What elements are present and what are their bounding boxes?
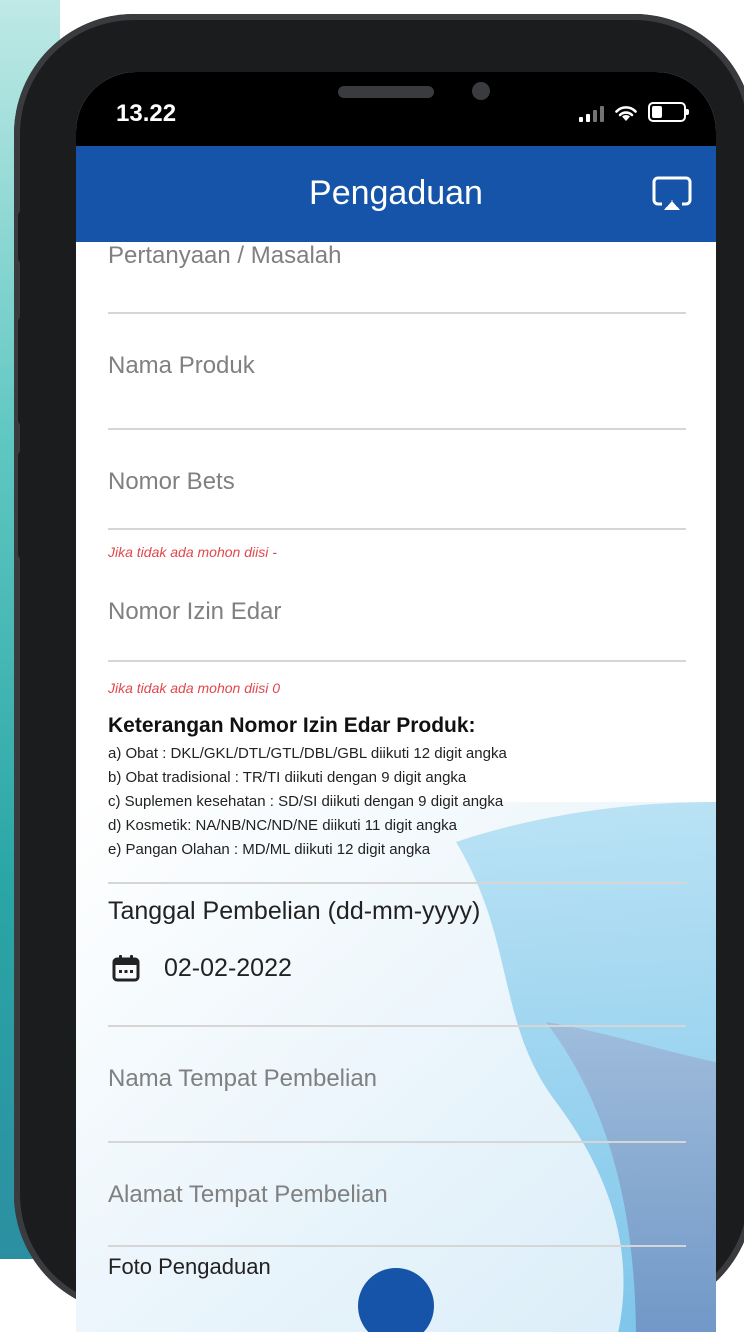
batch-number-label: Nomor Bets	[108, 468, 235, 495]
status-bar: 13.22	[76, 72, 716, 146]
battery-icon	[648, 102, 689, 122]
permit-info-item: e) Pangan Olahan : MD/ML diikuti 12 digi…	[108, 841, 431, 858]
batch-hint: Jika tidak ada mohon diisi -	[108, 544, 277, 560]
permit-info-title: Keterangan Nomor Izin Edar Produk:	[108, 714, 476, 737]
place-name-field[interactable]: Nama Tempat Pembelian	[108, 1025, 686, 1143]
wifi-icon	[615, 106, 637, 121]
screen-cast-icon[interactable]	[650, 174, 694, 214]
volume-up-button	[18, 316, 32, 426]
notch	[234, 72, 584, 122]
permit-hint: Jika tidak ada mohon diisi 0	[108, 680, 280, 696]
camera	[472, 82, 490, 100]
place-address-label: Alamat Tempat Pembelian	[108, 1181, 388, 1208]
product-name-label: Nama Produk	[108, 352, 255, 379]
batch-number-field[interactable]: Nomor Bets	[108, 428, 686, 530]
purchase-date-field[interactable]	[108, 897, 686, 1027]
question-label: Pertanyaan / Masalah	[108, 242, 342, 269]
permit-info-item: b) Obat tradisional : TR/TI diikuti deng…	[108, 769, 467, 786]
permit-info-list: a) Obat : DKL/GKL/DTL/GTL/DBL/GBL diikut…	[108, 742, 507, 862]
page-title: Pengaduan	[309, 174, 483, 212]
app-bar: Pengaduan	[76, 146, 716, 242]
permit-number-label: Nomor Izin Edar	[108, 598, 282, 625]
phone-frame: 13.22 Pengaduan Pertanyaan / Masalah Nam…	[14, 14, 744, 1332]
place-name-label: Nama Tempat Pembelian	[108, 1065, 378, 1092]
permit-info-item: a) Obat : DKL/GKL/DTL/GTL/DBL/GBL diikut…	[108, 745, 507, 762]
speaker	[338, 86, 434, 98]
status-icons	[579, 102, 689, 122]
phone-screen: 13.22 Pengaduan Pertanyaan / Masalah Nam…	[76, 72, 716, 1332]
status-time: 13.22	[116, 100, 177, 127]
form-content: Pertanyaan / Masalah Nama Produk Nomor B…	[76, 242, 716, 1332]
place-address-field[interactable]: Alamat Tempat Pembelian	[108, 1141, 686, 1247]
divider	[108, 882, 686, 884]
permit-info-item: c) Suplemen kesehatan : SD/SI diikuti de…	[108, 793, 504, 810]
signal-icon	[579, 106, 604, 122]
volume-down-button	[18, 450, 32, 560]
question-field[interactable]: Pertanyaan / Masalah	[108, 242, 686, 314]
product-name-field[interactable]: Nama Produk	[108, 312, 686, 430]
permit-info-item: d) Kosmetik: NA/NB/NC/ND/NE diikuti 11 d…	[108, 817, 458, 834]
photo-label: Foto Pengaduan	[108, 1254, 271, 1279]
mute-switch	[18, 210, 32, 264]
permit-number-field[interactable]: Nomor Izin Edar	[108, 582, 686, 662]
